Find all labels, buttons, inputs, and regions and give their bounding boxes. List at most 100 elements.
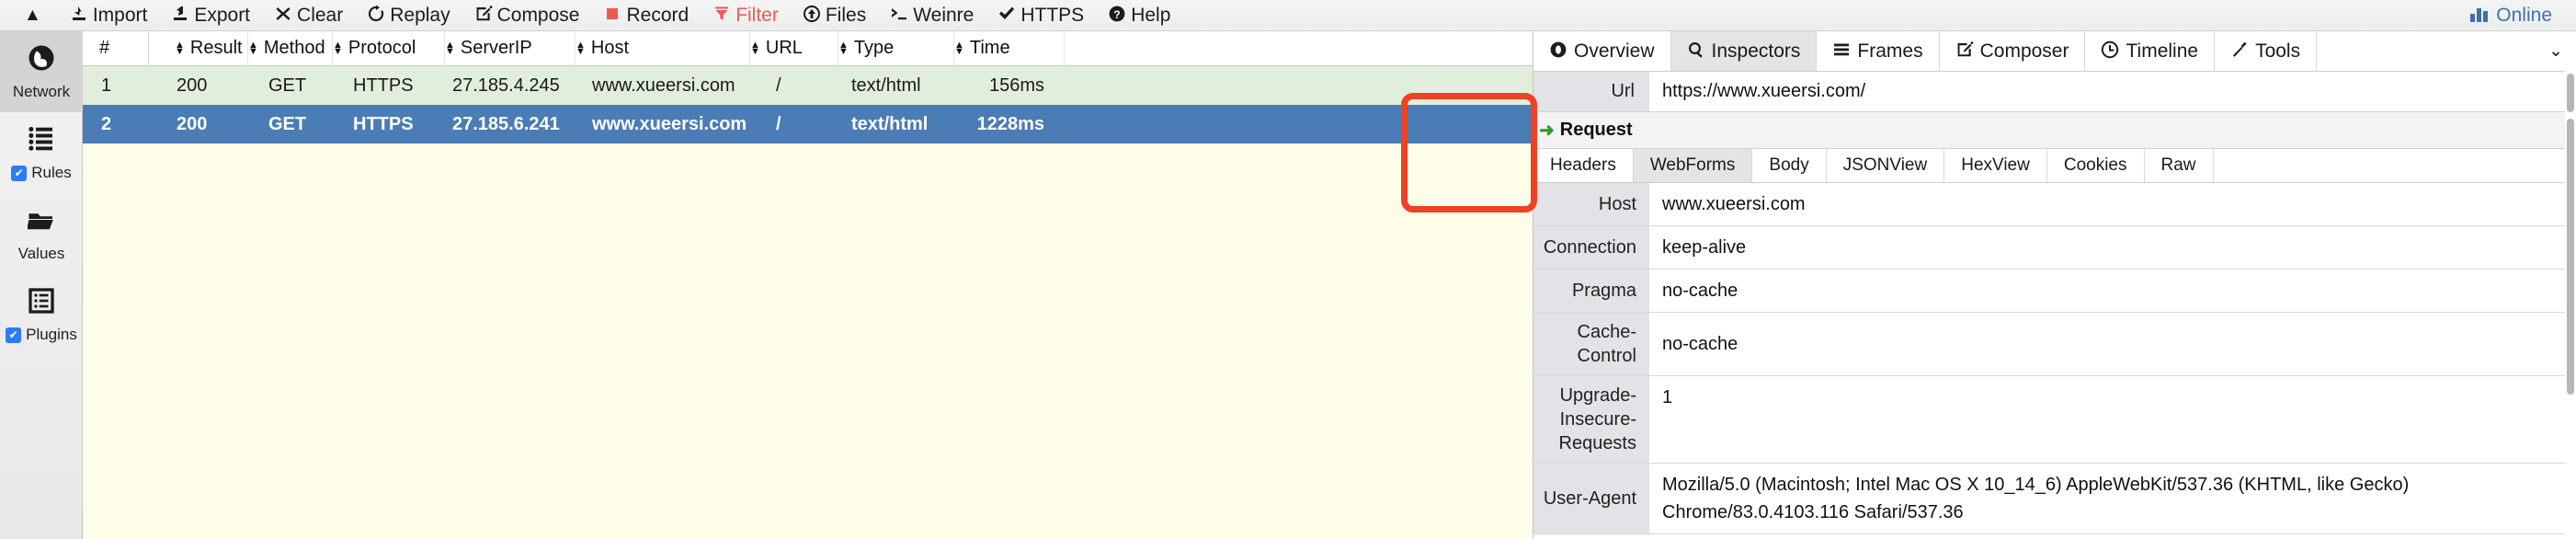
grid-column-header-label: Host (590, 38, 630, 58)
grid-cell-met: GET (268, 75, 307, 96)
grid-column-header-label: Type (853, 38, 895, 58)
tab-frames[interactable]: Frames (1817, 31, 1940, 71)
rail-item-plugins[interactable]: ✔ Plugins (0, 274, 83, 355)
globe-icon (28, 44, 55, 79)
subtab-hexview[interactable]: HexView (1944, 149, 2047, 182)
question-circle-icon: ? (1108, 5, 1126, 27)
list-icon (28, 125, 55, 160)
grid-cell-url: / (776, 113, 781, 134)
session-grid-header: # ▲ ▼ Result ▲ ▼ Method ▲ ▼ Protocol ▲ ▼ ServerIP ▲ ▼ H… (83, 31, 1533, 66)
sort-arrows-icon[interactable]: ▲ ▼ (333, 40, 343, 56)
grid-scrollbar-thumb[interactable] (2567, 74, 2574, 112)
toolbar-button-clear[interactable]: Clear (262, 0, 355, 31)
rail-item-checkbox[interactable]: ✔ (6, 327, 22, 343)
subtab-webforms[interactable]: WebForms (1633, 149, 1753, 182)
header-row: Connection keep-alive (1533, 226, 2576, 270)
toolbar-button-export[interactable]: Export (159, 0, 262, 31)
toolbar-button-replay[interactable]: Replay (355, 0, 462, 31)
rail-item-label-row: ✔ Plugins (6, 326, 77, 344)
chevron-down-icon: ⌄ (2548, 41, 2563, 61)
toolbar-button-help[interactable]: ? Help (1096, 0, 1182, 31)
toolbar-button-label: Replay (390, 4, 450, 26)
refresh-icon (367, 5, 385, 27)
sort-arrows-icon[interactable]: ▲ ▼ (750, 40, 760, 56)
toolbar-button-import[interactable]: Import (58, 0, 160, 31)
subtab-jsonview[interactable]: JSONView (1827, 149, 1945, 182)
sort-arrows-icon[interactable]: ▲ ▼ (576, 40, 586, 56)
tab-inspectors[interactable]: Inspectors (1670, 31, 1818, 71)
toolbar-button-compose[interactable]: Compose (462, 0, 592, 31)
request-section-header[interactable]: ➜ Request (1533, 112, 2576, 149)
online-status[interactable]: Online (2469, 0, 2552, 31)
header-value[interactable]: 1 (1649, 376, 2576, 463)
tab-composer[interactable]: Composer (1940, 31, 2086, 71)
grid-scrollbar-track[interactable] (2565, 31, 2576, 116)
panel-scrollbar-thumb[interactable] (2567, 119, 2574, 395)
bar-chart-icon (2469, 6, 2490, 26)
grid-cell-spacer (1065, 66, 1533, 105)
grid-column-header-met[interactable]: ▲ ▼ Method (248, 31, 333, 66)
header-value[interactable]: keep-alive (1649, 226, 2576, 269)
grid-cell-res: 200 (177, 113, 208, 134)
panel-scrollbar-track[interactable] (2565, 115, 2576, 539)
sort-arrows-icon[interactable]: ▲ ▼ (248, 40, 258, 56)
request-headers-table: Host www.xueersi.com Connection keep-alive P… (1533, 183, 2576, 534)
url-row: Url https://www.xueersi.com/ (1533, 72, 2576, 112)
table-row[interactable]: 1 200 GET HTTPS 27.185.4.245 www.xueersi.com /… (83, 66, 1533, 105)
sort-arrows-icon[interactable]: ▲ ▼ (445, 40, 455, 56)
header-value[interactable]: no-cache (1649, 270, 2576, 312)
rail-item-checkbox[interactable]: ✔ (11, 165, 28, 181)
grid-column-header-ip[interactable]: ▲ ▼ ServerIP (445, 31, 576, 66)
rail-item-label: Plugins (26, 326, 77, 343)
toolbar-button-weinre[interactable]: Weinre (878, 0, 986, 31)
grid-column-header-pro[interactable]: ▲ ▼ Protocol (333, 31, 445, 66)
rail-item-label: Rules (31, 164, 72, 181)
whistle-proxy-window: ▲ Import Export Clear Replay Compose Record Fi… (0, 0, 2576, 539)
search-icon (1687, 40, 1705, 63)
sort-arrows-icon[interactable]: ▲ ▼ (954, 40, 964, 56)
grid-cell-met: GET (268, 113, 307, 134)
tab-tools[interactable]: Tools (2215, 31, 2318, 71)
toolbar-button-label: Files (825, 4, 867, 26)
subtab-raw[interactable]: Raw (2145, 149, 2214, 182)
toolbar-button-record[interactable]: Record (591, 0, 701, 31)
grid-column-header-type[interactable]: ▲ ▼ Type (838, 31, 954, 66)
header-value[interactable]: no-cache (1649, 313, 2576, 375)
grid-cell-time: 1228ms (976, 113, 1044, 134)
toolbar-button-files[interactable]: Files (791, 0, 878, 31)
rail-item-values[interactable]: Values (0, 193, 83, 274)
toolbar-button-filter[interactable]: Filter (701, 0, 791, 31)
table-row[interactable]: 2 200 GET HTTPS 27.185.6.241 www.xueersi.com /… (83, 105, 1533, 143)
header-name: User-Agent (1533, 464, 1649, 533)
tab-timeline[interactable]: Timeline (2085, 31, 2216, 71)
subtab-body[interactable]: Body (1752, 149, 1827, 182)
grid-column-header-url[interactable]: ▲ ▼ URL (750, 31, 838, 66)
grid-cell-type: text/html (851, 113, 929, 134)
inspector-tabbar: Overview Inspectors Frames Composer Timeline… (1533, 31, 2576, 72)
grid-cell-url: / (776, 75, 781, 96)
toolbar-button-label: HTTPS (1020, 4, 1085, 26)
header-row: Cache-Control no-cache (1533, 313, 2576, 376)
rail-item-network[interactable]: Network (0, 31, 83, 112)
tab-label: Inspectors (1711, 40, 1801, 62)
header-value[interactable]: Mozilla/5.0 (Macintosh; Intel Mac OS X 1… (1649, 464, 2576, 533)
rail-item-rules[interactable]: ✔ Rules (0, 112, 83, 193)
grid-column-header-host[interactable]: ▲ ▼ Host (576, 31, 750, 66)
toolbar-button-https[interactable]: HTTPS (986, 0, 1096, 31)
collapse-toolbar-button[interactable]: ▲ (20, 0, 58, 31)
subtab-headers[interactable]: Headers (1533, 149, 1634, 182)
header-name: Connection (1533, 226, 1649, 269)
header-row: Pragma no-cache (1533, 270, 2576, 313)
sort-arrows-icon[interactable]: ▲ ▼ (175, 40, 185, 56)
grid-column-header-num[interactable]: # (83, 31, 149, 66)
grid-column-header-label: Protocol (348, 38, 416, 58)
sort-arrows-icon[interactable]: ▲ ▼ (838, 40, 849, 56)
tab-overview[interactable]: Overview (1533, 31, 1671, 71)
subtab-cookies[interactable]: Cookies (2047, 149, 2145, 182)
filter-icon (712, 5, 731, 27)
header-value[interactable]: www.xueersi.com (1649, 183, 2576, 225)
url-value[interactable]: https://www.xueersi.com/ (1649, 72, 2576, 111)
grid-column-header-res[interactable]: ▲ ▼ Result (149, 31, 248, 66)
grid-column-header-time[interactable]: ▲ ▼ Time (954, 31, 1065, 66)
tab-label: Tools (2255, 40, 2301, 62)
